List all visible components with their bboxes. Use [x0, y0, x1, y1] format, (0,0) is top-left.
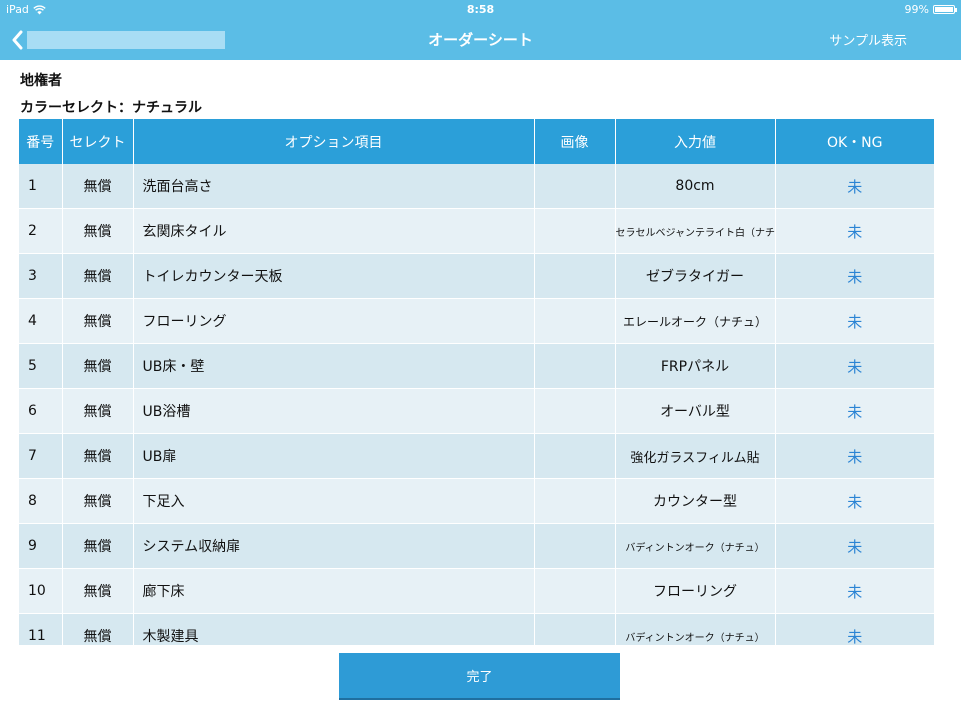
row-select: 無償: [62, 478, 134, 524]
row-input-value: 強化ガラスフィルム貼: [615, 433, 776, 479]
row-select: 無償: [62, 523, 134, 569]
header-option-item: オプション項目: [133, 119, 535, 164]
battery-group: 99%: [904, 3, 957, 16]
row-select: 無償: [62, 343, 134, 389]
row-input-value: フローリング: [615, 568, 776, 614]
row-input-value: バディントンオーク（ナチュ）: [615, 523, 776, 569]
row-status[interactable]: 未: [775, 298, 934, 344]
row-select: 無償: [62, 253, 134, 299]
row-select: 無償: [62, 613, 134, 645]
row-input-value: FRPパネル: [615, 343, 776, 389]
row-image: [534, 253, 616, 299]
done-button[interactable]: 完了: [339, 653, 620, 698]
row-image: [534, 298, 616, 344]
status-bar: iPad 8:58 99%: [0, 0, 961, 20]
row-select: 無償: [62, 388, 134, 434]
row-image: [534, 164, 616, 209]
row-input-value: バディントンオーク（ナチュ）: [615, 613, 776, 645]
navigation-bar: オーダーシート サンプル表示: [0, 20, 961, 60]
row-image: [534, 343, 616, 389]
row-option-item: 玄関床タイル: [133, 208, 535, 254]
battery-percent: 99%: [904, 3, 929, 16]
sample-display-button[interactable]: サンプル表示: [829, 30, 907, 49]
order-table-scroll[interactable]: 番号 セレクト オプション項目 画像 入力値 OK・NG 1 無償 洗面台高さ …: [19, 119, 934, 645]
battery-icon: [933, 5, 957, 14]
row-image: [534, 478, 616, 524]
row-status[interactable]: 未: [775, 343, 934, 389]
row-image: [534, 433, 616, 479]
row-select: 無償: [62, 208, 134, 254]
row-image: [534, 523, 616, 569]
header-image: 画像: [534, 119, 616, 164]
row-number: 6: [19, 388, 63, 434]
row-option-item: UB扉: [133, 433, 535, 479]
order-table: 番号 セレクト オプション項目 画像 入力値 OK・NG 1 無償 洗面台高さ …: [19, 119, 934, 645]
table-row[interactable]: 8 無償 下足入 カウンター型 未: [19, 478, 934, 524]
table-row[interactable]: 11 無償 木製建具 バディントンオーク（ナチュ） 未: [19, 613, 934, 645]
row-status[interactable]: 未: [775, 253, 934, 299]
table-row[interactable]: 3 無償 トイレカウンター天板 ゼブラタイガー 未: [19, 253, 934, 299]
row-status[interactable]: 未: [775, 613, 934, 645]
row-number: 2: [19, 208, 63, 254]
header-ok-ng: OK・NG: [775, 119, 934, 164]
row-number: 1: [19, 164, 63, 209]
row-image: [534, 568, 616, 614]
row-input-value: セラセルベジャンテライト白（ナチ: [615, 208, 776, 254]
row-number: 5: [19, 343, 63, 389]
row-status[interactable]: 未: [775, 388, 934, 434]
table-row[interactable]: 10 無償 廊下床 フローリング 未: [19, 568, 934, 614]
top-bar: iPad 8:58 99% オーダーシート サンプル表示: [0, 0, 961, 60]
row-input-value: オーバル型: [615, 388, 776, 434]
table-row[interactable]: 4 無償 フローリング エレールオーク（ナチュ） 未: [19, 298, 934, 344]
row-number: 3: [19, 253, 63, 299]
row-status[interactable]: 未: [775, 568, 934, 614]
table-row[interactable]: 7 無償 UB扉 強化ガラスフィルム貼 未: [19, 433, 934, 479]
row-input-value: カウンター型: [615, 478, 776, 524]
table-row[interactable]: 6 無償 UB浴槽 オーバル型 未: [19, 388, 934, 434]
row-option-item: フローリング: [133, 298, 535, 344]
table-row[interactable]: 5 無償 UB床・壁 FRPパネル 未: [19, 343, 934, 389]
row-option-item: 廊下床: [133, 568, 535, 614]
row-option-item: 下足入: [133, 478, 535, 524]
row-image: [534, 613, 616, 645]
row-status[interactable]: 未: [775, 523, 934, 569]
row-number: 4: [19, 298, 63, 344]
row-status[interactable]: 未: [775, 208, 934, 254]
row-select: 無償: [62, 433, 134, 479]
row-number: 11: [19, 613, 63, 645]
row-number: 9: [19, 523, 63, 569]
row-select: 無償: [62, 298, 134, 344]
color-select-label: カラーセレクト：ナチュラル: [20, 100, 202, 116]
table-row[interactable]: 9 無償 システム収納扉 バディントンオーク（ナチュ） 未: [19, 523, 934, 569]
row-number: 10: [19, 568, 63, 614]
status-time: 8:58: [466, 3, 495, 16]
page-title: オーダーシート: [428, 31, 533, 49]
header-input-value: 入力値: [615, 119, 776, 164]
row-option-item: トイレカウンター天板: [133, 253, 535, 299]
row-option-item: UB浴槽: [133, 388, 535, 434]
row-number: 8: [19, 478, 63, 524]
row-select: 無償: [62, 568, 134, 614]
landowner-label: 地権者: [20, 73, 62, 89]
row-status[interactable]: 未: [775, 433, 934, 479]
header-select: セレクト: [62, 119, 134, 164]
row-status[interactable]: 未: [775, 478, 934, 524]
row-image: [534, 208, 616, 254]
row-number: 7: [19, 433, 63, 479]
row-input-value: エレールオーク（ナチュ）: [615, 298, 776, 344]
row-option-item: 洗面台高さ: [133, 164, 535, 209]
row-select: 無償: [62, 164, 134, 209]
row-input-value: ゼブラタイガー: [615, 253, 776, 299]
table-row[interactable]: 2 無償 玄関床タイル セラセルベジャンテライト白（ナチ 未: [19, 208, 934, 254]
row-option-item: UB床・壁: [133, 343, 535, 389]
table-header-row: 番号 セレクト オプション項目 画像 入力値 OK・NG: [19, 119, 934, 164]
table-row[interactable]: 1 無償 洗面台高さ 80cm 未: [19, 164, 934, 209]
row-image: [534, 388, 616, 434]
row-input-value: 80cm: [615, 164, 776, 209]
row-status[interactable]: 未: [775, 164, 934, 209]
row-option-item: システム収納扉: [133, 523, 535, 569]
header-number: 番号: [19, 119, 63, 164]
row-option-item: 木製建具: [133, 613, 535, 645]
